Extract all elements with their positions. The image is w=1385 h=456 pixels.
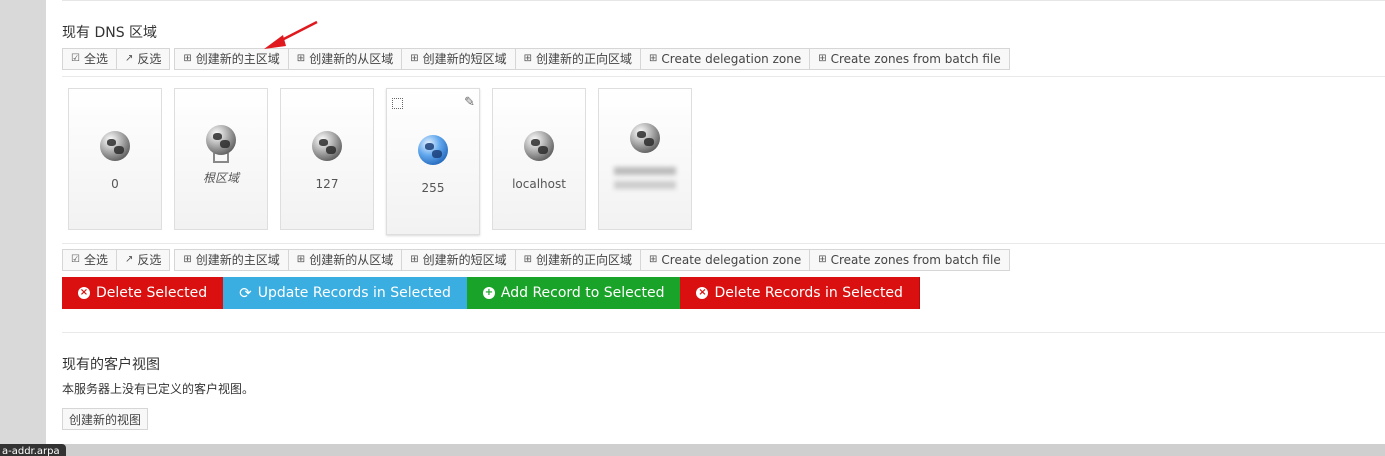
create-forward-label: 创建新的正向区域 (536, 253, 633, 267)
create-slave-zone-button[interactable]: ⊞ 创建新的从区域 (287, 249, 403, 271)
create-master-zone-button[interactable]: ⊞ 创建新的主区域 (174, 48, 289, 70)
zone-label: localhost (512, 177, 566, 191)
update-records-label: Update Records in Selected (257, 285, 451, 301)
create-master-zone-button[interactable]: ⊞ 创建新的主区域 (174, 249, 289, 271)
plus-square-icon: ⊞ (296, 254, 306, 265)
invert-label: 反选 (137, 253, 162, 267)
redacted-zone-label (614, 167, 676, 193)
refresh-icon: ⟳ (239, 284, 252, 302)
divider (62, 76, 1385, 77)
client-views-title: 现有的客户视图 (62, 357, 160, 373)
create-forward-zone-button[interactable]: ⊞ 创建新的正向区域 (514, 249, 642, 271)
zone-tile[interactable]: 0 (68, 88, 162, 230)
add-record-label: Add Record to Selected (500, 285, 665, 301)
create-forward-label: 创建新的正向区域 (536, 52, 633, 66)
network-globe-icon (206, 125, 236, 155)
zone-label: 0 (111, 177, 119, 191)
share-icon: ↗ (124, 53, 134, 64)
select-all-button[interactable]: ☑ 全选 (62, 48, 117, 70)
create-batch-label: Create zones from batch file (830, 253, 1001, 267)
left-gutter (0, 0, 46, 444)
delete-records-button[interactable]: × Delete Records in Selected (680, 277, 920, 309)
zone-toolbar-bottom: ☑ 全选 ↗ 反选 ⊞ 创建新的主区域 ⊞ 创建新的从区域 ⊞ 创建新的短区域 ⊞ 创建新的… (62, 249, 1010, 271)
plus-circle-icon: + (482, 287, 495, 299)
create-view-button[interactable]: 创建新的视图 (62, 408, 149, 430)
dns-zones-title: 现有 DNS 区域 (62, 25, 158, 41)
top-divider (62, 0, 1385, 1)
globe-icon (312, 131, 342, 161)
zone-tile[interactable]: 127 (280, 88, 374, 230)
globe-icon (100, 131, 130, 161)
create-stub-zone-button[interactable]: ⊞ 创建新的短区域 (401, 48, 516, 70)
delete-records-label: Delete Records in Selected (714, 285, 903, 301)
update-records-button[interactable]: ⟳ Update Records in Selected (223, 277, 467, 309)
plus-square-icon: ⊞ (183, 254, 192, 265)
create-slave-label: 创建新的从区域 (309, 52, 394, 66)
zone-tile[interactable] (598, 88, 692, 230)
delete-selected-label: Delete Selected (96, 285, 208, 301)
zone-tile[interactable]: localhost (492, 88, 586, 230)
zone-label: 根区域 (202, 171, 239, 185)
create-master-label: 创建新的主区域 (195, 52, 280, 66)
plus-square-icon: ⊞ (523, 53, 532, 64)
select-all-label: 全选 (83, 253, 108, 267)
create-batch-zones-button[interactable]: ⊞ Create zones from batch file (809, 48, 1010, 70)
zone-label: 127 (315, 177, 339, 191)
create-batch-label: Create zones from batch file (830, 52, 1001, 66)
add-record-button[interactable]: + Add Record to Selected (466, 277, 681, 309)
plus-square-icon: ⊞ (818, 53, 827, 64)
create-slave-label: 创建新的从区域 (309, 253, 394, 267)
status-tooltip: a-addr.arpa (0, 444, 66, 456)
plus-square-icon: ⊞ (410, 53, 419, 64)
create-delegation-zone-button[interactable]: ⊞ Create delegation zone (640, 249, 811, 271)
globe-icon (524, 131, 554, 161)
create-batch-zones-button[interactable]: ⊞ Create zones from batch file (809, 249, 1010, 271)
edit-icon[interactable]: ✎ (464, 95, 475, 110)
create-slave-zone-button[interactable]: ⊞ 创建新的从区域 (287, 48, 403, 70)
zone-action-bar: × Delete Selected ⟳ Update Records in Sele… (62, 277, 920, 309)
plus-square-icon: ⊞ (818, 254, 827, 265)
create-delegation-label: Create delegation zone (661, 253, 802, 267)
times-circle-icon: × (696, 287, 709, 299)
zone-grid: 0 根区域 127 ✎ 255 localhost (68, 88, 692, 235)
create-stub-label: 创建新的短区域 (422, 253, 507, 267)
divider (62, 332, 1385, 333)
create-delegation-zone-button[interactable]: ⊞ Create delegation zone (640, 48, 811, 70)
invert-label: 反选 (137, 52, 162, 66)
create-forward-zone-button[interactable]: ⊞ 创建新的正向区域 (514, 48, 642, 70)
globe-icon (630, 123, 660, 153)
plus-square-icon: ⊞ (649, 53, 658, 64)
create-stub-zone-button[interactable]: ⊞ 创建新的短区域 (401, 249, 516, 271)
share-icon: ↗ (124, 254, 134, 265)
plus-square-icon: ⊞ (649, 254, 658, 265)
zone-tile-hovered[interactable]: ✎ 255 (386, 88, 480, 235)
no-views-message: 本服务器上没有已定义的客户视图。 (62, 382, 255, 396)
invert-selection-button[interactable]: ↗ 反选 (115, 249, 171, 271)
select-all-button[interactable]: ☑ 全选 (62, 249, 117, 271)
bottom-scroll-strip (46, 444, 1385, 456)
times-circle-icon: × (78, 287, 90, 299)
invert-selection-button[interactable]: ↗ 反选 (115, 48, 171, 70)
plus-square-icon: ⊞ (410, 254, 419, 265)
create-master-label: 创建新的主区域 (195, 253, 280, 267)
select-checkbox[interactable] (392, 98, 403, 109)
create-delegation-label: Create delegation zone (661, 52, 802, 66)
select-all-label: 全选 (83, 52, 108, 66)
plus-square-icon: ⊞ (523, 254, 532, 265)
plus-square-icon: ⊞ (296, 53, 306, 64)
delete-selected-button[interactable]: × Delete Selected (62, 277, 224, 309)
zone-tile[interactable]: 根区域 (174, 88, 268, 230)
zone-toolbar-top: ☑ 全选 ↗ 反选 ⊞ 创建新的主区域 ⊞ 创建新的从区域 ⊞ 创建新的短区域 ⊞ 创建新的… (62, 48, 1010, 70)
plus-square-icon: ⊞ (183, 53, 192, 64)
create-stub-label: 创建新的短区域 (422, 52, 507, 66)
divider (62, 243, 1385, 244)
zone-label: 255 (421, 181, 445, 195)
globe-icon (418, 135, 448, 165)
checkbox-icon: ☑ (71, 53, 80, 64)
checkbox-icon: ☑ (71, 254, 80, 265)
